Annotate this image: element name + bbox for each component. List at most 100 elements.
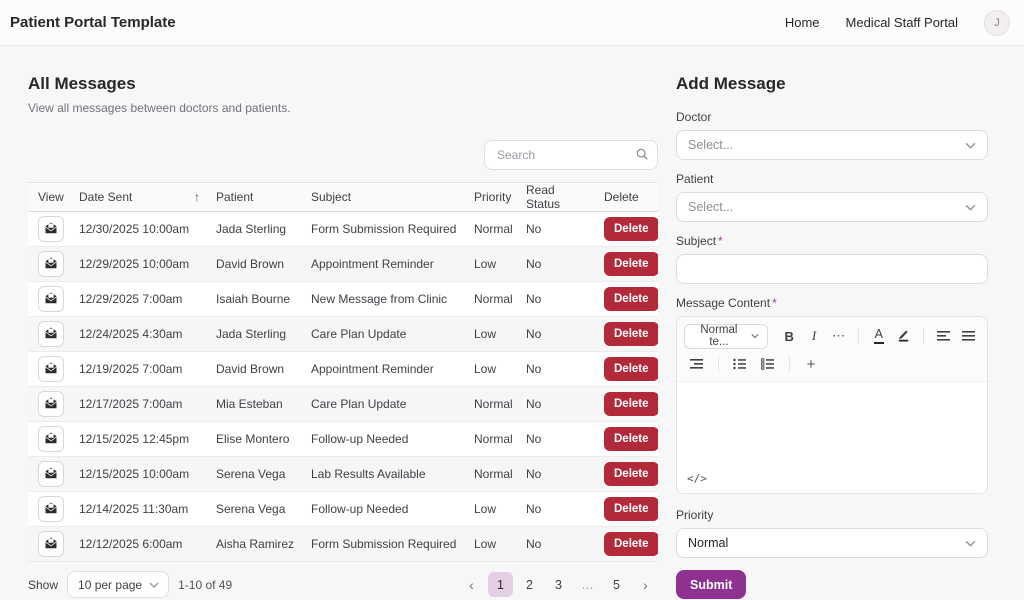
insert-button[interactable]: + xyxy=(798,352,824,376)
highlighter-icon xyxy=(896,327,911,345)
view-message-button[interactable] xyxy=(38,251,64,277)
cell-patient: Jada Sterling xyxy=(208,317,303,352)
table-row: 12/17/2025 7:00am Mia Esteban Care Plan … xyxy=(28,387,658,422)
block-type-value: Normal te... xyxy=(693,324,745,348)
submit-button[interactable]: Submit xyxy=(676,570,746,599)
delete-button[interactable]: Delete xyxy=(604,357,658,381)
view-message-button[interactable] xyxy=(38,286,64,312)
text-color-button[interactable]: A xyxy=(867,324,890,348)
align-right-icon xyxy=(690,358,704,370)
delete-button[interactable]: Delete xyxy=(604,392,658,416)
more-options-button[interactable]: ⋯ xyxy=(828,324,851,348)
block-type-select[interactable]: Normal te... xyxy=(684,324,768,349)
delete-button[interactable]: Delete xyxy=(604,322,658,346)
column-header-priority[interactable]: Priority xyxy=(466,183,518,212)
sort-ascending-icon[interactable]: ↑ xyxy=(194,190,200,204)
search-input[interactable] xyxy=(484,140,658,170)
table-row: 12/14/2025 11:30am Serena Vega Follow-up… xyxy=(28,492,658,527)
cell-patient: Serena Vega xyxy=(208,457,303,492)
column-header-subject[interactable]: Subject xyxy=(303,183,466,212)
view-message-button[interactable] xyxy=(38,391,64,417)
cell-priority: Normal xyxy=(466,457,518,492)
align-right-button[interactable] xyxy=(684,352,710,376)
column-header-date-sent[interactable]: Date Sent ↑ xyxy=(71,183,208,212)
cell-read-status: No xyxy=(518,527,596,562)
add-message-panel: Add Message Doctor Select... Patient Sel… xyxy=(676,74,988,599)
priority-select[interactable]: Normal xyxy=(676,528,988,558)
delete-button[interactable]: Delete xyxy=(604,287,658,311)
mail-open-icon xyxy=(44,291,58,308)
cell-patient: David Brown xyxy=(208,247,303,282)
cell-read-status: No xyxy=(518,387,596,422)
cell-subject: Care Plan Update xyxy=(303,387,466,422)
cell-read-status: No xyxy=(518,317,596,352)
app-title: Patient Portal Template xyxy=(10,14,176,31)
toolbar-divider xyxy=(718,356,719,372)
cell-subject: Form Submission Required xyxy=(303,527,466,562)
per-page-select[interactable]: 10 per page xyxy=(67,571,169,598)
delete-button[interactable]: Delete xyxy=(604,252,658,276)
nav-link-home[interactable]: Home xyxy=(785,15,820,30)
pagination-page-button[interactable]: 3 xyxy=(546,572,571,597)
delete-button[interactable]: Delete xyxy=(604,532,658,556)
align-justify-button[interactable] xyxy=(957,324,980,348)
table-row: 12/15/2025 10:00am Serena Vega Lab Resul… xyxy=(28,457,658,492)
chevron-down-icon xyxy=(965,142,976,149)
cell-date-sent: 12/19/2025 7:00am xyxy=(71,352,208,387)
mail-open-icon xyxy=(44,536,58,553)
table-row: 12/24/2025 4:30am Jada Sterling Care Pla… xyxy=(28,317,658,352)
cell-priority: Low xyxy=(466,317,518,352)
italic-button[interactable]: I xyxy=(803,324,826,348)
subject-input[interactable] xyxy=(676,254,988,284)
align-left-button[interactable] xyxy=(932,324,955,348)
chevron-down-icon xyxy=(965,540,976,547)
delete-button[interactable]: Delete xyxy=(604,497,658,521)
view-message-button[interactable] xyxy=(38,216,64,242)
editor-content-area[interactable]: </> xyxy=(677,381,987,493)
nav-link-medical-staff-portal[interactable]: Medical Staff Portal xyxy=(846,15,958,30)
cell-priority: Normal xyxy=(466,387,518,422)
patient-select[interactable]: Select... xyxy=(676,192,988,222)
bullet-list-button[interactable] xyxy=(727,352,753,376)
table-footer: Show 10 per page 1-10 of 49 ‹123…5› xyxy=(28,562,658,598)
doctor-select[interactable]: Select... xyxy=(676,130,988,160)
cell-patient: Serena Vega xyxy=(208,492,303,527)
text-color-icon: A xyxy=(874,328,884,345)
column-header-delete: Delete xyxy=(596,183,658,212)
column-header-patient[interactable]: Patient xyxy=(208,183,303,212)
view-message-button[interactable] xyxy=(38,356,64,382)
cell-read-status: No xyxy=(518,457,596,492)
view-message-button[interactable] xyxy=(38,461,64,487)
view-message-button[interactable] xyxy=(38,496,64,522)
bold-button[interactable]: B xyxy=(778,324,801,348)
cell-date-sent: 12/29/2025 10:00am xyxy=(71,247,208,282)
view-message-button[interactable] xyxy=(38,531,64,557)
chevron-down-icon xyxy=(149,582,159,588)
pagination-ellipsis: … xyxy=(575,572,600,597)
view-message-button[interactable] xyxy=(38,321,64,347)
cell-patient: Isaiah Bourne xyxy=(208,282,303,317)
mail-open-icon xyxy=(44,256,58,273)
pagination-page-button[interactable]: 5 xyxy=(604,572,629,597)
cell-date-sent: 12/12/2025 6:00am xyxy=(71,527,208,562)
delete-button[interactable]: Delete xyxy=(604,427,658,451)
pagination-next-button[interactable]: › xyxy=(633,572,658,597)
ordered-list-button[interactable] xyxy=(755,352,781,376)
doctor-select-value: Select... xyxy=(688,138,733,152)
messages-table: View Date Sent ↑ Patient Subject Priorit… xyxy=(28,182,658,562)
code-view-button[interactable]: </> xyxy=(687,472,707,485)
user-avatar[interactable]: J xyxy=(984,10,1010,36)
highlight-color-button[interactable] xyxy=(892,324,915,348)
column-header-date-sent-label: Date Sent xyxy=(79,190,132,204)
pagination-page-button[interactable]: 1 xyxy=(488,572,513,597)
cell-read-status: No xyxy=(518,212,596,247)
view-message-button[interactable] xyxy=(38,426,64,452)
column-header-read-status[interactable]: Read Status xyxy=(518,183,596,212)
pagination-prev-button[interactable]: ‹ xyxy=(459,572,484,597)
required-marker: * xyxy=(718,234,723,248)
cell-priority: Normal xyxy=(466,422,518,457)
cell-subject: Form Submission Required xyxy=(303,212,466,247)
delete-button[interactable]: Delete xyxy=(604,462,658,486)
delete-button[interactable]: Delete xyxy=(604,217,658,241)
pagination-page-button[interactable]: 2 xyxy=(517,572,542,597)
